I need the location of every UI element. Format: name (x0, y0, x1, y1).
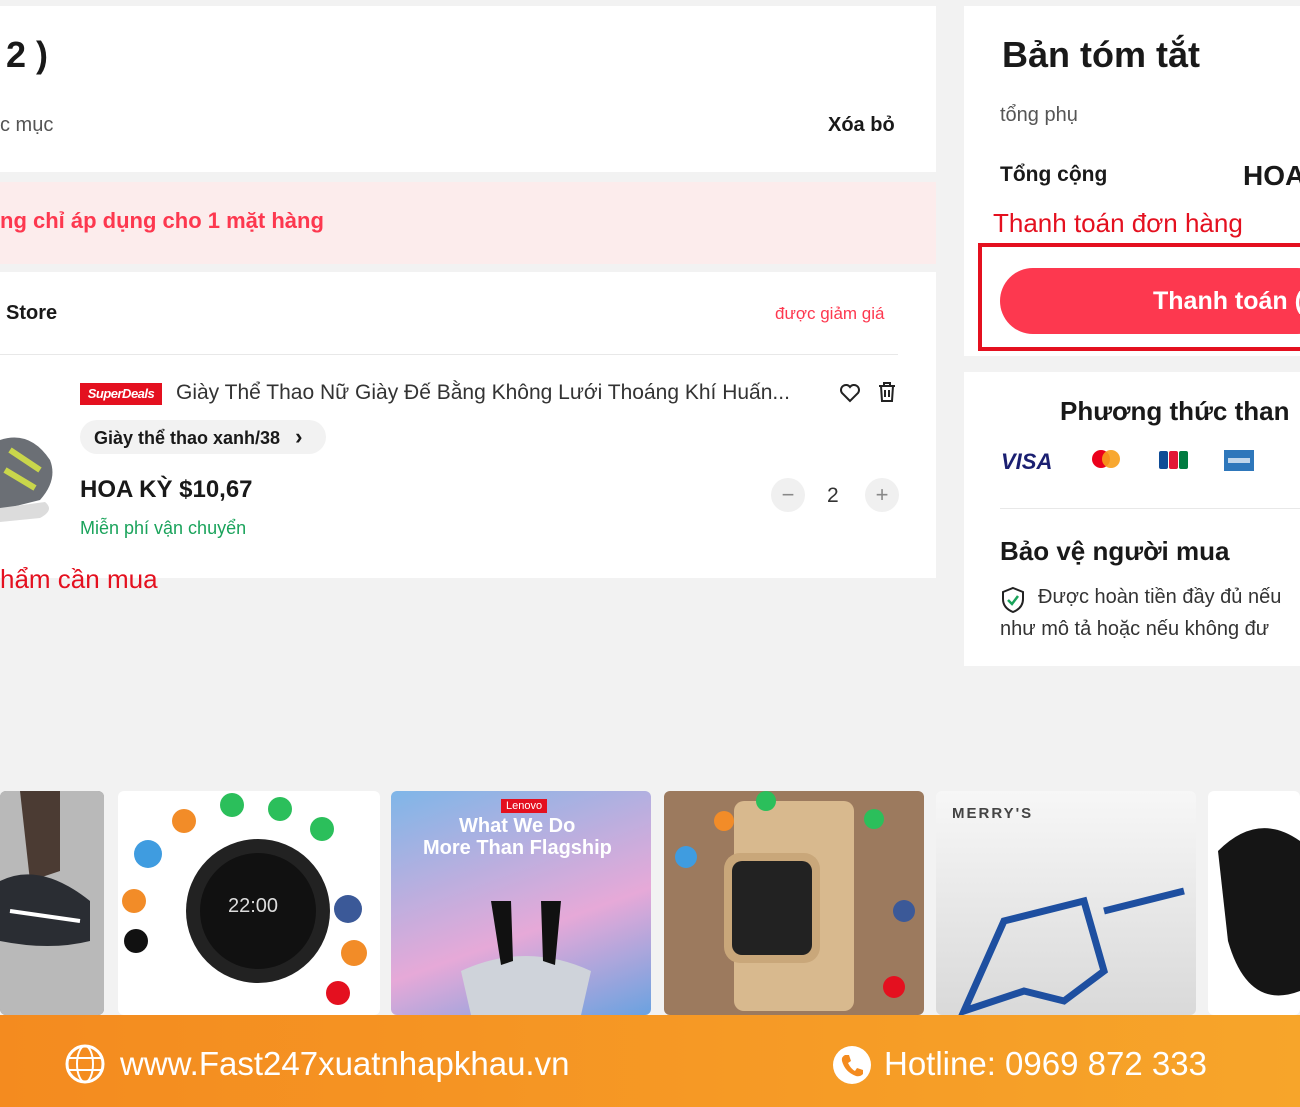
annotation-products: hẩm cần mua (0, 564, 158, 594)
divider (1000, 508, 1300, 509)
checkout-button[interactable]: Thanh toán ( (1000, 268, 1300, 334)
subtotal-label: tổng phụ (1000, 104, 1078, 126)
quantity-plus-button[interactable]: + (865, 478, 899, 512)
hotline-text: Hotline: 0969 872 333 (884, 1045, 1207, 1082)
phone-icon (832, 1045, 872, 1090)
summary-title: Bản tóm tắt (1002, 34, 1200, 75)
cart-heading: 2 ) (6, 34, 49, 75)
payment-methods-title: Phương thức than (1060, 396, 1290, 426)
recommendation-item[interactable] (1208, 791, 1300, 1015)
heart-icon[interactable] (838, 381, 862, 410)
cart-header-card: 2 ) c mục Xóa bỏ (0, 6, 936, 172)
recommendation-item[interactable] (664, 791, 924, 1015)
buyer-protection-line1: Được hoàn tiền đầy đủ nếu (1038, 586, 1282, 608)
lenovo-badge: Lenovo (501, 799, 548, 813)
product-price: HOA KỲ $10,67 (80, 476, 253, 503)
recommendation-item[interactable] (0, 791, 104, 1015)
glasses-brand: MERRY'S (952, 805, 1034, 822)
globe-icon (64, 1043, 106, 1090)
watch-time: 22:00 (228, 895, 279, 917)
coupon-notice: ng chỉ áp dụng cho 1 mặt hàng (0, 182, 936, 264)
amex-logo (1224, 449, 1254, 471)
total-label: Tổng cộng (1000, 163, 1108, 186)
annotation-checkout: Thanh toán đơn hàng (993, 208, 1243, 238)
quantity-minus-button[interactable]: − (771, 478, 805, 512)
shipping-label: Miễn phí vận chuyển (80, 518, 247, 538)
payment-card: Phương thức than Bảo vệ người mua Được h… (964, 372, 1300, 666)
visa-logo: VISA (1001, 449, 1053, 474)
jcb-logo (1158, 449, 1190, 471)
product-image[interactable] (0, 400, 60, 530)
select-all-label[interactable]: c mục (0, 114, 53, 137)
promo-text-1: What We Do (459, 815, 576, 837)
recommendation-item[interactable]: MERRY'S (936, 791, 1196, 1015)
chevron-right-icon: › (295, 424, 303, 449)
quantity-value[interactable]: 2 (827, 484, 839, 508)
store-name[interactable]: Store (6, 302, 57, 325)
promo-text-2: More Than Flagship (423, 837, 612, 859)
variant-selector[interactable]: Giày thể thao xanh/38 › (80, 420, 326, 454)
recommendation-item[interactable]: Lenovo What We Do More Than Flagship (391, 791, 651, 1015)
buyer-protection-line2: như mô tả hoặc nếu không đư (1000, 618, 1270, 640)
notice-text: ng chỉ áp dụng cho 1 mặt hàng (0, 208, 324, 233)
store-discount-link[interactable]: được giảm giá (775, 304, 884, 324)
website-link[interactable]: www.Fast247xuatnhapkhau.vn (120, 1045, 569, 1083)
superdeals-badge: SuperDeals (80, 383, 162, 405)
product-title[interactable]: Giày Thể Thao Nữ Giày Đế Bằng Không Lưới… (176, 381, 790, 405)
recommendation-item[interactable]: 22:00 (118, 791, 380, 1015)
footer-banner: www.Fast247xuatnhapkhau.vn Hotline: 0969… (0, 1015, 1300, 1107)
shield-check-icon (1000, 586, 1026, 619)
divider (0, 354, 898, 355)
delete-button[interactable]: Xóa bỏ (828, 114, 895, 137)
total-value: HOA (1243, 160, 1300, 191)
buyer-protection-title: Bảo vệ người mua (1000, 536, 1230, 566)
mastercard-logo (1088, 449, 1124, 471)
trash-icon[interactable] (876, 380, 898, 409)
variant-label: Giày thể thao xanh/38 (94, 428, 281, 448)
